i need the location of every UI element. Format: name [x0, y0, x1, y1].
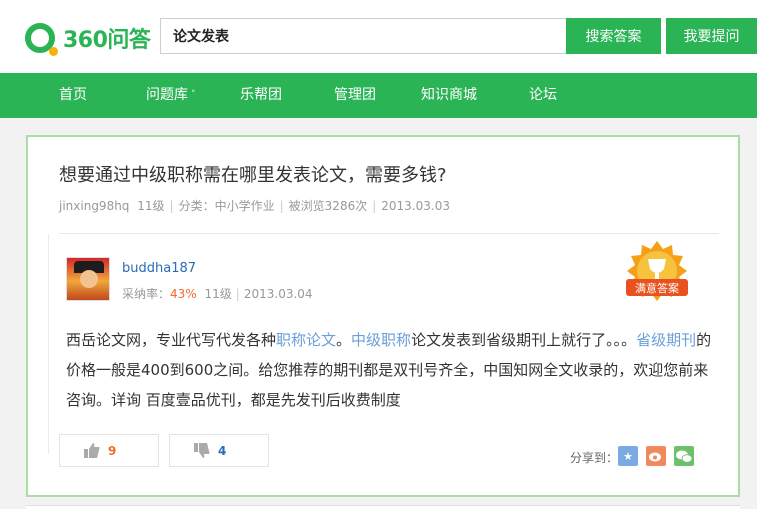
downvote-button[interactable]: 4	[169, 434, 269, 467]
upvote-count: 9	[108, 443, 117, 458]
answer-meta: 采纳率：43% 11级 | 2013.03.04	[122, 285, 313, 302]
divider: |	[279, 199, 284, 213]
keyword-link[interactable]: 省级期刊	[636, 331, 696, 349]
avatar[interactable]	[66, 257, 110, 301]
avatar-face	[80, 270, 98, 288]
nav-item-label: 乐帮团	[240, 87, 282, 103]
site-logo[interactable]: 360问答	[25, 22, 151, 56]
question-card: 想要通过中级职称需在哪里发表论文，需要多钱? jinxing98hq 11级 | 分…	[26, 135, 740, 497]
nav-item-question-bank[interactable]: 问题库 ˅	[146, 73, 196, 118]
answer-date: 2013.03.04	[243, 287, 313, 301]
question-category[interactable]: 中小学作业	[215, 199, 275, 213]
divider: |	[235, 287, 240, 301]
question-meta: jinxing98hq 11级 | 分类：中小学作业 | 被浏览3286次 | 2013.0…	[59, 197, 450, 214]
category-label: 分类：	[178, 199, 215, 213]
satisfied-answer-badge: 满意答案	[626, 241, 688, 301]
thumbs-down-icon	[194, 443, 210, 458]
answer-text: 。	[336, 331, 352, 349]
question-author[interactable]: jinxing98hq	[59, 199, 129, 213]
nav-item-label: 管理团	[334, 87, 376, 103]
divider	[59, 233, 719, 234]
badge-text: 满意答案	[635, 281, 679, 295]
divider	[48, 234, 49, 454]
wechat-icon[interactable]	[674, 446, 694, 466]
question-date: 2013.03.03	[381, 199, 450, 213]
share-label: 分享到：	[570, 451, 619, 465]
nav-item-home[interactable]: 首页	[59, 73, 87, 118]
thumbs-up-icon	[84, 443, 100, 458]
main-nav: 首页 问题库 ˅ 乐帮团 管理团 知识商城 论坛	[0, 73, 757, 118]
logo-text: 360问答	[63, 28, 151, 53]
star-icon[interactable]: ★	[618, 446, 638, 466]
nav-item-forum[interactable]: 论坛	[529, 73, 557, 118]
question-author-level: 11级	[137, 199, 165, 213]
nav-item-knowledge-mall[interactable]: 知识商城	[421, 73, 477, 118]
nav-item-label: 知识商城	[421, 87, 477, 103]
next-card	[26, 505, 740, 509]
question-title: 想要通过中级职称需在哪里发表论文，需要多钱?	[59, 165, 447, 186]
answer-author[interactable]: buddha187	[122, 261, 196, 276]
chevron-down-icon: ˅	[191, 90, 196, 100]
header: 360问答 搜索答案 我要提问	[0, 0, 757, 73]
weibo-icon[interactable]	[646, 446, 666, 466]
logo-icon	[25, 23, 58, 56]
question-views: 被浏览3286次	[288, 199, 368, 213]
downvote-count: 4	[218, 443, 227, 458]
answer-text: 论文发表到省级期刊上就行了。。。	[411, 331, 637, 349]
keyword-link[interactable]: 中级职称	[351, 331, 411, 349]
ask-question-button[interactable]: 我要提问	[666, 18, 757, 54]
nav-item-label: 问题库	[146, 87, 188, 103]
answer-body: 西岳论文网，专业代写代发各种职称论文。中级职称论文发表到省级期刊上就行了。。。省…	[66, 325, 712, 415]
answer-text: 西岳论文网，专业代写代发各种	[66, 331, 277, 349]
upvote-button[interactable]: 9	[59, 434, 159, 467]
nav-item-label: 论坛	[529, 87, 557, 103]
search-input[interactable]	[160, 18, 566, 54]
answer-author-level: 11级	[204, 287, 232, 301]
accept-rate: 43%	[170, 287, 197, 301]
accept-rate-label: 采纳率：	[122, 287, 171, 301]
nav-item-label: 首页	[59, 87, 87, 103]
divider: |	[169, 199, 174, 213]
keyword-link[interactable]: 职称论文	[276, 331, 336, 349]
divider: |	[372, 199, 377, 213]
nav-item-admin-team[interactable]: 管理团	[334, 73, 376, 118]
nav-item-help-team[interactable]: 乐帮团	[240, 73, 282, 118]
search-answers-button[interactable]: 搜索答案	[566, 18, 661, 54]
